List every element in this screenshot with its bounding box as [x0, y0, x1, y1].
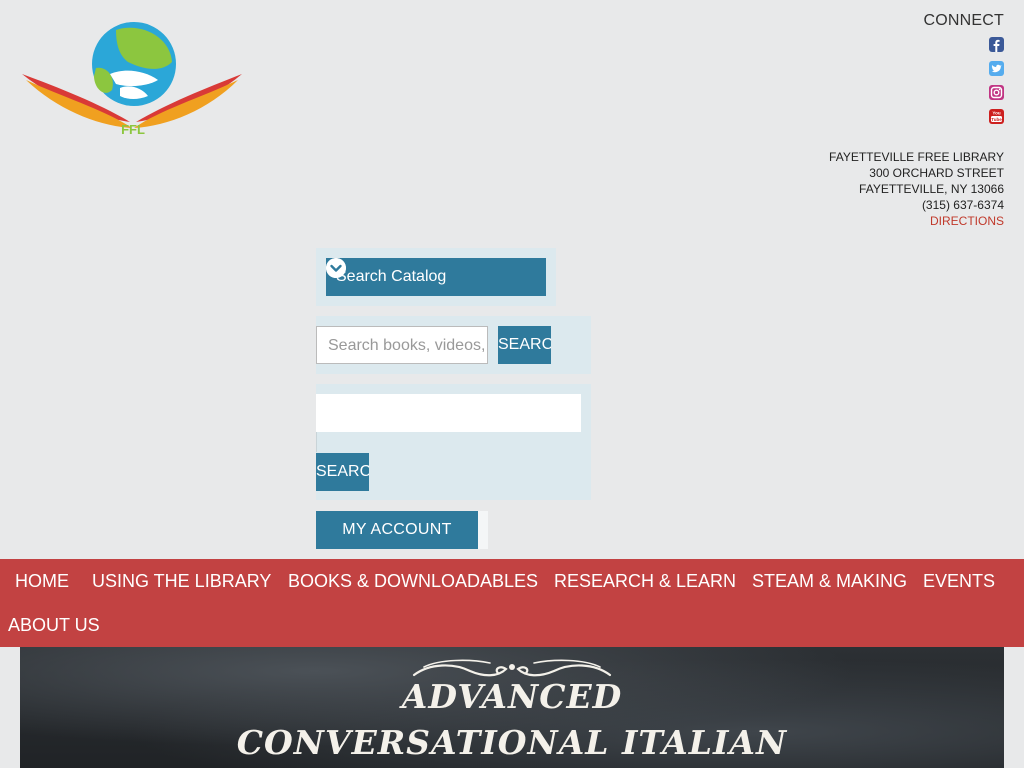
keyword-search-panel: SEARCH [316, 384, 591, 500]
city-state-zip: FAYETTEVILLE, NY 13066 [859, 182, 1004, 196]
banner-title-line-2: CONVERSATIONAL ITALIAN [236, 723, 788, 762]
ffl-logo-icon: FFL [22, 22, 242, 137]
youtube-icon[interactable]: You Tube [989, 109, 1004, 124]
library-address: FAYETTEVILLE FREE LIBRARY 300 ORCHARD ST… [829, 149, 1004, 229]
nav-item-steam-making[interactable]: STEAM & MAKING [752, 571, 907, 592]
catalog-select-panel: Search Catalog [316, 248, 556, 306]
svg-text:Tube: Tube [991, 117, 1002, 122]
nav-item-about-us[interactable]: ABOUT US [8, 615, 100, 636]
library-name: FAYETTEVILLE FREE LIBRARY [829, 150, 1004, 164]
connect-title: CONNECT [923, 12, 1004, 29]
logo-text: FFL [121, 122, 145, 137]
nav-item-events[interactable]: EVENTS [923, 571, 995, 592]
directions-link[interactable]: DIRECTIONS [829, 213, 1004, 229]
divider [316, 432, 317, 452]
svg-text:You: You [992, 111, 1000, 116]
nav-item-using-the-library[interactable]: USING THE LIBRARY [92, 571, 271, 592]
nav-item-books-downloadables[interactable]: BOOKS & DOWNLOADABLES [288, 571, 538, 592]
chevron-down-icon [326, 258, 346, 278]
nav-item-research-learn[interactable]: RESEARCH & LEARN [554, 571, 736, 592]
library-logo[interactable]: FFL [20, 18, 246, 140]
catalog-type-select[interactable]: Search Catalog [326, 258, 546, 296]
banner-title-line-1: ADVANCED [401, 677, 623, 716]
facebook-icon[interactable] [989, 37, 1004, 52]
street-address: 300 ORCHARD STREET [869, 166, 1004, 180]
keyword-search-input[interactable] [316, 394, 581, 432]
main-navigation: HOME USING THE LIBRARY BOOKS & DOWNLOADA… [0, 559, 1024, 647]
catalog-search-panel: SEARCH [316, 316, 591, 374]
catalog-search-input[interactable] [316, 326, 488, 364]
keyword-search-button[interactable]: SEARCH [316, 453, 369, 491]
account-button-edge [478, 511, 488, 549]
nav-item-home[interactable]: HOME [15, 571, 69, 592]
connect-block: CONNECT You Tube [923, 12, 1004, 124]
phone-number: (315) 637-6374 [921, 198, 1004, 212]
event-banner[interactable]: ADVANCED CONVERSATIONAL ITALIAN [20, 647, 1004, 768]
catalog-type-label: Search Catalog [336, 268, 447, 285]
instagram-icon[interactable] [989, 85, 1004, 100]
catalog-search-button[interactable]: SEARCH [498, 326, 551, 364]
my-account-button[interactable]: MY ACCOUNT [316, 511, 478, 549]
twitter-icon[interactable] [989, 61, 1004, 76]
